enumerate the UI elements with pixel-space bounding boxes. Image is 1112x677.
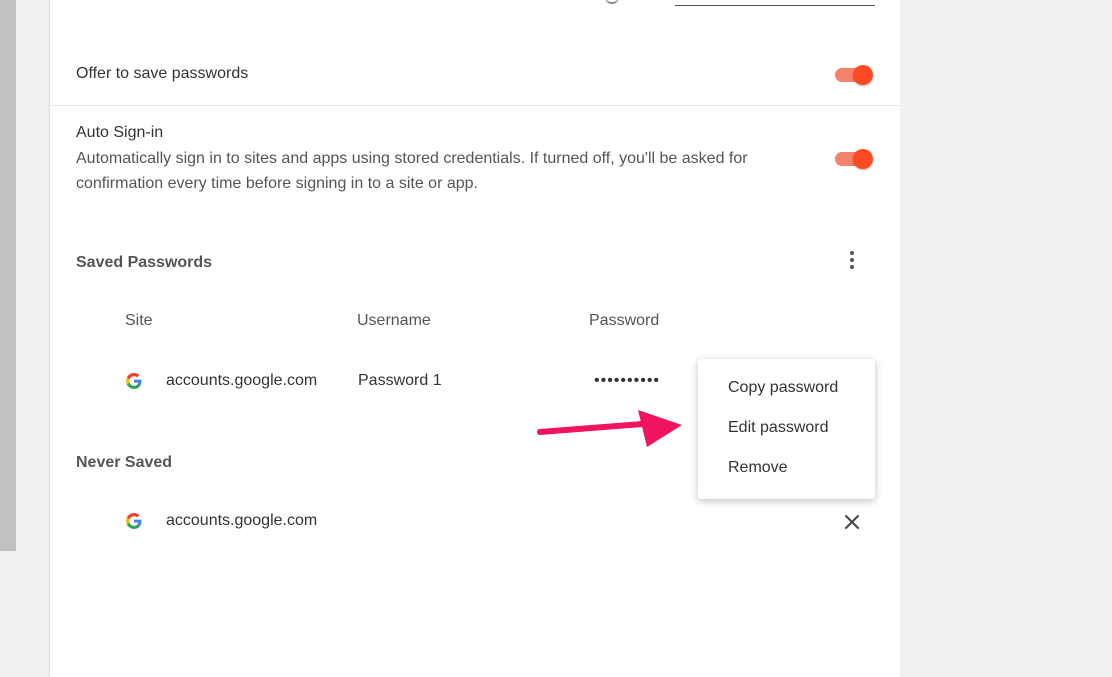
offer-save-toggle[interactable]	[835, 63, 875, 87]
saved-passwords-title: Saved Passwords	[76, 254, 213, 271]
column-header-username: Username	[357, 312, 431, 329]
google-icon	[126, 373, 142, 389]
column-header-site: Site	[125, 312, 153, 329]
never-saved-title: Never Saved	[76, 454, 173, 471]
auto-signin-description-line2: confirmation every time before signing i…	[76, 175, 478, 192]
auto-signin-toggle[interactable]	[835, 147, 875, 171]
menu-item-remove[interactable]: Remove	[728, 459, 788, 477]
column-header-password: Password	[589, 312, 660, 329]
partial-icon	[605, 0, 619, 4]
settings-card: Offer to save passwords Auto Sign-in Aut…	[50, 0, 900, 677]
kebab-menu-icon[interactable]	[840, 248, 864, 272]
close-icon[interactable]	[840, 510, 864, 534]
right-background	[900, 0, 1112, 677]
toggle-knob	[853, 65, 873, 85]
menu-item-copy-password[interactable]: Copy password	[728, 379, 838, 397]
auto-signin-description-line1: Automatically sign in to sites and apps …	[76, 150, 748, 167]
toggle-knob	[853, 149, 873, 169]
arrow-icon	[535, 405, 685, 456]
left-scrollbar[interactable]	[0, 0, 16, 551]
offer-save-label: Offer to save passwords	[76, 65, 249, 82]
auto-signin-description: Automatically sign in to sites and apps …	[76, 146, 816, 196]
saved-username: Password 1	[358, 372, 442, 389]
input-underline	[675, 5, 875, 6]
menu-item-edit-password[interactable]: Edit password	[728, 419, 829, 437]
divider	[50, 105, 900, 106]
never-saved-site: accounts.google.com	[166, 512, 318, 529]
saved-site: accounts.google.com	[166, 372, 318, 389]
google-icon	[126, 513, 142, 529]
password-context-menu: Copy password Edit password Remove	[698, 359, 875, 499]
saved-password: ••••••••••	[594, 372, 661, 389]
auto-signin-label: Auto Sign-in	[76, 124, 164, 141]
